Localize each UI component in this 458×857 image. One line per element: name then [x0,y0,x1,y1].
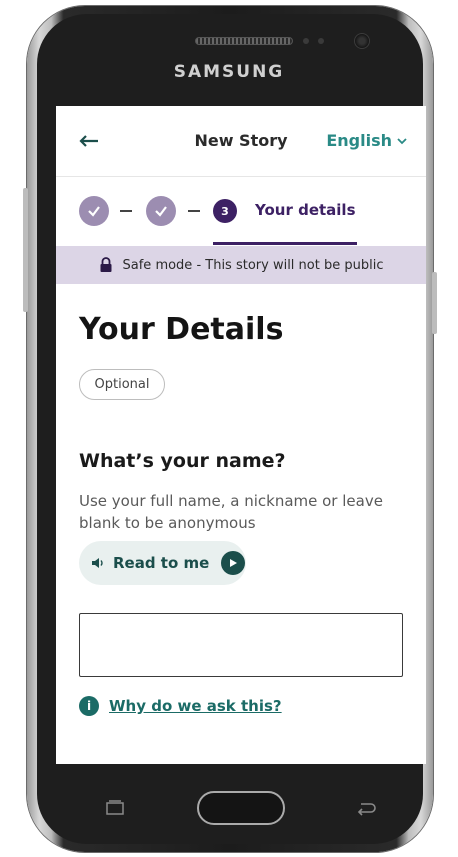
device-brand-logo: SAMSUNG [173,62,285,82]
read-to-me-button[interactable]: Read to me [79,541,246,585]
step-active-underline [213,242,357,245]
front-camera [354,33,370,49]
safe-mode-text: Safe mode - This story will not be publi… [122,257,384,273]
step-1-completed[interactable] [79,196,109,226]
progress-stepper: 3 Your details [56,176,426,246]
proximity-sensor [303,38,309,44]
why-link-text: Why do we ask this? [109,697,282,715]
step-connector [120,210,132,212]
speaker-icon [92,558,103,568]
question-help-text: Use your full name, a nickname or leave … [79,492,383,532]
recent-apps-icon[interactable] [106,800,124,815]
check-icon [88,206,100,217]
chevron-down-icon [397,137,407,144]
step-2-completed[interactable] [146,196,176,226]
info-icon: i [79,696,99,716]
earpiece-speaker [195,37,293,45]
light-sensor [318,38,324,44]
check-icon [155,206,167,217]
power-button [432,272,437,334]
volume-button [23,188,28,312]
question-heading: What’s your name? [79,450,286,472]
safe-mode-banner: Safe mode - This story will not be publi… [56,246,426,284]
language-label: English [326,131,392,150]
why-do-we-ask-link[interactable]: i Why do we ask this? [79,696,282,716]
app-screen: New Story English 3 Your details Safe mo… [56,106,426,764]
name-input[interactable] [79,613,403,677]
home-button[interactable] [197,791,285,825]
language-selector[interactable]: English [326,131,408,150]
step-current-label: Your details [255,201,356,219]
main-content: Your Details Optional What’s your name? … [62,284,420,764]
read-to-me-label: Read to me [113,554,210,572]
lock-icon [100,257,112,272]
top-navigation-bar: New Story English [56,106,426,177]
step-connector [188,210,200,212]
page-title: Your Details [79,312,284,347]
play-icon [221,551,246,575]
optional-badge: Optional [79,369,165,400]
step-3-current[interactable]: 3 [213,199,237,223]
back-nav-icon[interactable] [354,799,378,817]
